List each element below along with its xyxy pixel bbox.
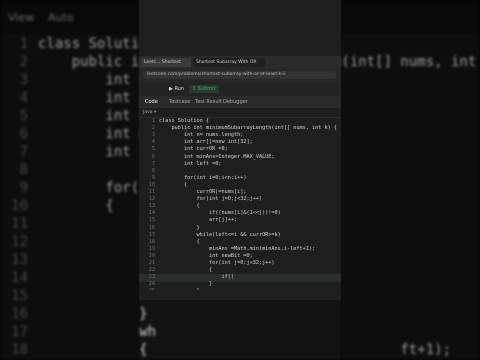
run-button[interactable]: ▶ Run <box>169 85 184 93</box>
line-text: if((nums[i]&(1<<j))!=0) <box>159 210 281 217</box>
line-text: class Solution { <box>159 118 209 124</box>
line-text: { <box>159 203 200 210</box>
line-text: public int minimumSubarrayLength(int[] n… <box>159 125 338 132</box>
line-text: minAns =Math.min(minAns,i-left+1); <box>159 245 316 252</box>
line-text: { <box>159 267 213 274</box>
address-bar: leetcode.com/problems/shortest-subarray-… <box>139 68 341 82</box>
left-letterbox <box>0 0 140 360</box>
line-text: for(int j=0;j<32;j++) <box>159 196 263 203</box>
line-text: int arr[]=new int[32]; <box>159 139 253 146</box>
line-text: int left =0; <box>159 160 222 167</box>
line-text: } <box>159 281 213 288</box>
language-select[interactable]: Java ▾ <box>139 108 341 118</box>
line-text: int currOR =0; <box>159 146 228 153</box>
line-text: for(int i=0;i<n;i++) <box>159 174 247 181</box>
line-text: int minAns=Integer.MAX_VALUE; <box>159 153 275 160</box>
tab-testcase[interactable]: Testcase <box>169 96 190 108</box>
run-label: Run <box>174 86 185 92</box>
right-letterbox <box>340 0 480 360</box>
panel-tabs: Code Testcase Test Result Debugger <box>139 96 341 108</box>
line-text: if() <box>159 274 234 281</box>
line-text: while(left<=i && currOR>=k) <box>159 231 281 238</box>
panel-footer <box>139 290 341 300</box>
phone-screen: Leetc... Shortest Subarr... Shortest Sub… <box>139 0 341 300</box>
line-text: } <box>159 224 200 231</box>
submit-button[interactable]: ⇧ Submit <box>189 85 219 93</box>
url-input[interactable]: leetcode.com/problems/shortest-subarray-… <box>143 71 337 79</box>
line-text: { <box>159 238 200 245</box>
line-text: int n= nums.length; <box>159 132 244 139</box>
line-text: arr[j]++; <box>159 217 238 224</box>
line-text: { <box>159 181 188 188</box>
line-text: for(int j=0;j<32;j++) <box>159 260 275 266</box>
browser-tab-2[interactable]: Shortest Subarray With OR at... <box>193 58 265 74</box>
language-label: Java <box>143 110 153 115</box>
submit-label: Submit <box>197 86 216 92</box>
tab-debugger[interactable]: Debugger <box>223 96 248 108</box>
tab-test-result[interactable]: Test Result <box>195 96 222 108</box>
browser-tab-1[interactable]: Leetc... Shortest Subarr... <box>141 58 191 74</box>
leetcode-toolbar: ▶ Run ⇧ Submit <box>139 82 341 97</box>
line-text: currOR|=nums[i]; <box>159 189 247 195</box>
browser-tab-strip: Leetc... Shortest Subarr... Shortest Sub… <box>139 56 341 74</box>
tab-code[interactable]: Code <box>145 96 158 108</box>
code-editor[interactable]: 1 class Solution {2 public int minimumSub… <box>139 118 341 298</box>
line-text: int newBit =0; <box>159 252 253 259</box>
